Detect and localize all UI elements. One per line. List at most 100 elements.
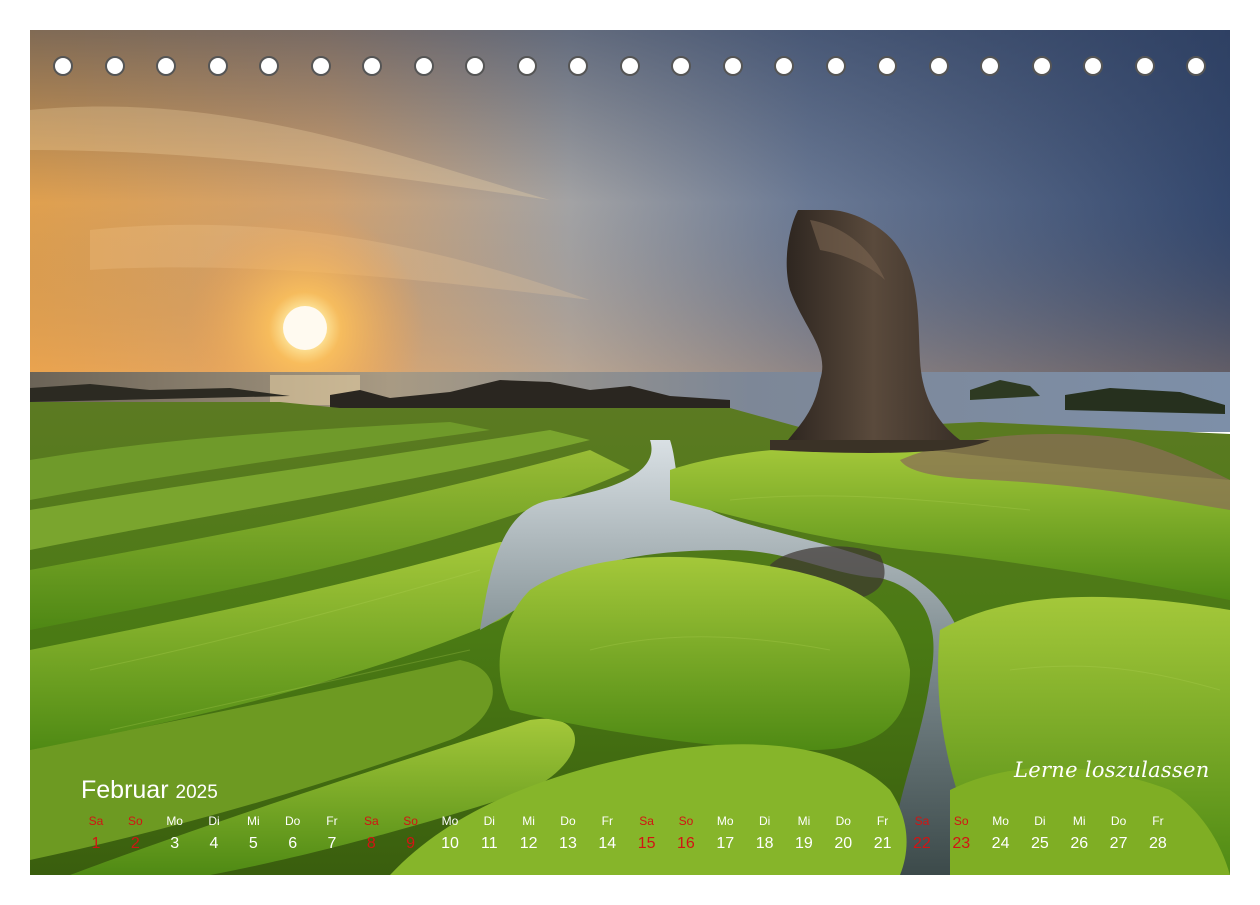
day-number: 13: [559, 835, 577, 852]
day-cell: Do 20: [823, 814, 863, 854]
day-number: 5: [248, 835, 258, 852]
day-cell: Fr 21: [863, 814, 903, 854]
day-cell: Sa 22: [902, 814, 942, 854]
weekday-label: Di: [208, 814, 220, 828]
calendar-page: Februar 2025 Lerne loszulassen Sa 1 So 2 Mo 3…: [30, 30, 1230, 875]
weekday-label: Sa: [88, 814, 104, 828]
day-number: 3: [170, 835, 180, 852]
weekday-label: Di: [1034, 814, 1046, 828]
day-number: 23: [952, 835, 971, 852]
weekday-label: Fr: [876, 814, 889, 828]
weekday-label: Di: [483, 814, 495, 828]
day-number: 14: [598, 835, 617, 852]
weekday-label: So: [127, 814, 143, 828]
day-number: 1: [91, 835, 101, 852]
day-cell: So 23: [941, 814, 981, 854]
weekday-label: Mi: [522, 814, 535, 828]
day-cell: Di 11: [469, 814, 509, 854]
day-cell: So 9: [391, 814, 431, 854]
day-number: 27: [1109, 835, 1128, 852]
day-cell: Mi 12: [509, 814, 549, 854]
month-name: Februar: [81, 776, 169, 804]
binding-hole: [105, 56, 125, 76]
day-number: 24: [991, 835, 1010, 852]
day-number: 22: [913, 835, 931, 852]
weekday-label: Sa: [914, 814, 930, 828]
binding-hole: [980, 56, 1000, 76]
day-cell: Mo 17: [705, 814, 745, 854]
day-cell: Fr 28: [1138, 814, 1178, 854]
weekday-label: Fr: [1152, 814, 1164, 828]
binding-hole: [1186, 56, 1206, 76]
day-number: 11: [480, 835, 498, 852]
day-number: 21: [873, 835, 892, 852]
day-cell: Sa 1: [76, 814, 116, 854]
day-number: 18: [755, 835, 774, 852]
weekday-label: Mo: [716, 814, 734, 828]
day-cell: Sa 8: [351, 814, 391, 854]
binding-hole: [362, 56, 382, 76]
day-cell: Di 18: [745, 814, 785, 854]
binding-hole: [1135, 56, 1155, 76]
day-number: 20: [834, 835, 853, 852]
weekday-label: So: [678, 814, 694, 828]
binding-hole: [620, 56, 640, 76]
binding-hole: [774, 56, 794, 76]
weekday-label: Mo: [441, 814, 459, 828]
binding-hole: [877, 56, 897, 76]
binding-hole: [156, 56, 176, 76]
weekday-label: Mi: [797, 814, 811, 828]
day-cell: So 2: [115, 814, 155, 854]
weekday-label: Mo: [166, 814, 183, 828]
day-number: 12: [519, 835, 538, 852]
weekday-label: So: [953, 814, 969, 828]
weekday-label: Di: [758, 814, 771, 828]
day-number: 15: [637, 835, 656, 852]
day-cell: Fr 14: [587, 814, 627, 854]
day-number: 7: [327, 835, 337, 852]
binding-hole: [53, 56, 73, 76]
binding-hole: [1032, 56, 1052, 76]
month-title: Februar 2025: [81, 776, 218, 805]
day-number: 28: [1149, 835, 1167, 852]
day-cell: Mo 24: [981, 814, 1021, 854]
day-cell: Mi 5: [233, 814, 273, 854]
binding-hole: [311, 56, 331, 76]
landscape-photo: [30, 30, 1230, 875]
day-number: 2: [130, 835, 140, 852]
binding-hole: [465, 56, 485, 76]
day-cell: Di 25: [1020, 814, 1060, 854]
day-cell: Fr 7: [312, 814, 352, 854]
weekday-label: Mi: [1072, 814, 1086, 828]
day-cell: Di 4: [194, 814, 234, 854]
binding-hole: [259, 56, 279, 76]
day-number: 6: [288, 835, 298, 852]
day-cell: So 16: [666, 814, 706, 854]
day-number: 17: [716, 835, 735, 852]
day-number: 25: [1031, 835, 1049, 852]
day-number: 9: [406, 835, 416, 852]
weekday-label: Sa: [639, 814, 654, 828]
binding-hole: [1083, 56, 1103, 76]
slogan-text: Lerne loszulassen: [1014, 758, 1210, 782]
day-cell: Mi 19: [784, 814, 824, 854]
weekday-label: Do: [835, 814, 851, 828]
binding-hole: [671, 56, 691, 76]
binding-hole: [929, 56, 949, 76]
weekday-label: Do: [284, 814, 301, 828]
year-label: 2025: [175, 782, 218, 803]
weekday-label: Fr: [326, 814, 338, 828]
day-number: 16: [677, 835, 695, 852]
binding-hole: [723, 56, 743, 76]
day-cell: Mo 10: [430, 814, 470, 854]
day-cell: Sa 15: [627, 814, 667, 854]
day-cell: Do 13: [548, 814, 588, 854]
day-number: 19: [795, 835, 813, 852]
weekday-label: Sa: [363, 814, 379, 828]
day-cell: Do 27: [1099, 814, 1139, 854]
binding-hole: [414, 56, 434, 76]
binding-hole: [517, 56, 537, 76]
binding-hole: [208, 56, 228, 76]
day-cell: Mo 3: [155, 814, 195, 854]
binding-holes: [30, 30, 1230, 100]
